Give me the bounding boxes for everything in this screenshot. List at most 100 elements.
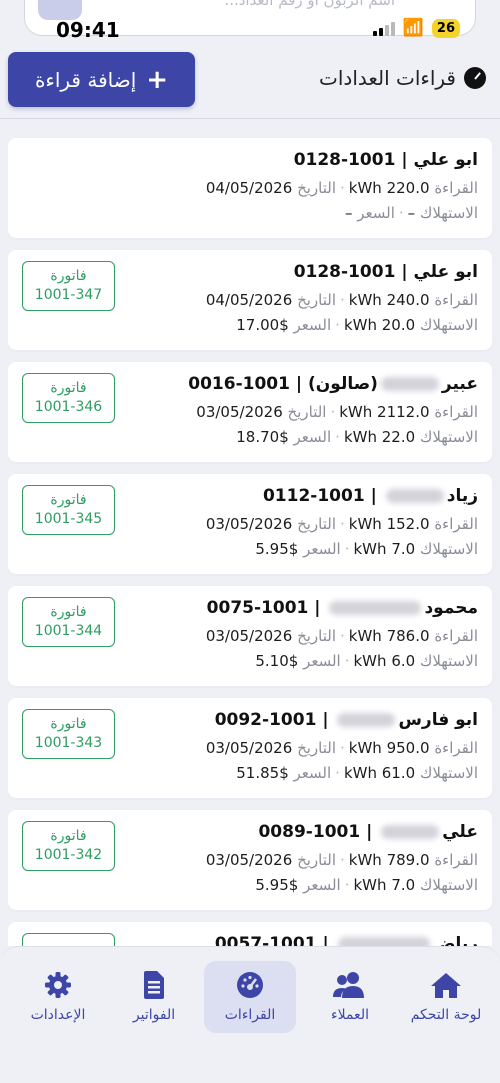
- consumption-label: الاستهلاك: [419, 764, 478, 782]
- date-label: التاريخ: [297, 291, 336, 309]
- separator: |: [364, 486, 383, 506]
- consumption-label: الاستهلاك: [419, 652, 478, 670]
- users-icon: [332, 971, 368, 999]
- consumption-label: الاستهلاك: [419, 316, 478, 334]
- invoice-button[interactable]: فاتورة 1001-344: [22, 597, 115, 647]
- consumption-value: 7.0 kWh: [353, 876, 416, 894]
- customer-name-text: علي: [442, 822, 478, 842]
- price-label: السعر: [293, 428, 332, 446]
- reading-card[interactable]: عبير (صالون) | 1001-0016 القراءة kWh 2112.…: [8, 362, 492, 462]
- nav-label-invoices: الفواتير: [132, 1007, 176, 1023]
- reading-card[interactable]: ابو علي | 1001-0128 القراءة kWh 220.0·الت…: [8, 138, 492, 238]
- plus-icon: +: [146, 64, 169, 95]
- invoice-button[interactable]: فاتورة 1001-342: [22, 821, 115, 871]
- dot-separator: ·: [335, 316, 340, 334]
- reading-card[interactable]: رياض | 1001-0057 فاتورة: [8, 922, 492, 946]
- reading-label: القراءة: [434, 515, 478, 533]
- reading-card[interactable]: ابو علي | 1001-0128 القراءة kWh 240.0·الت…: [8, 250, 492, 350]
- date-value: 03/05/2026: [196, 403, 283, 421]
- gear-icon: [44, 971, 72, 999]
- consumption-line: الاستهلاك 22.0 kWh·السعر $18.70: [22, 428, 478, 448]
- page-title: قراءات العدادات: [319, 66, 486, 90]
- nav-item-customers[interactable]: العملاء: [304, 961, 396, 1033]
- consumption-value: 61.0 kWh: [343, 764, 416, 782]
- invoice-icon: [142, 971, 166, 999]
- date-value: 04/05/2026: [205, 291, 293, 309]
- nav-label-readings: القراءات: [224, 1007, 276, 1023]
- meter-number: 1001-0092: [214, 710, 317, 730]
- consumption-value: 6.0 kWh: [353, 652, 416, 670]
- consumption-line: الاستهلاك 6.0 kWh·السعر $5.10: [22, 652, 478, 672]
- reading-card[interactable]: زياد | 1001-0112 القراءة kWh 152.0·التاري…: [8, 474, 492, 574]
- separator: |: [395, 262, 414, 282]
- reading-line: القراءة kWh 220.0·التاريخ 04/05/2026: [22, 179, 478, 199]
- meter-number: 1001-0057: [214, 934, 317, 946]
- nav-item-invoices[interactable]: الفواتير: [108, 961, 200, 1033]
- redacted-name: [385, 489, 444, 503]
- header-divider: [0, 118, 500, 119]
- consumption-value: 20.0 kWh: [343, 316, 416, 334]
- reading-card[interactable]: ابو فارس | 1001-0092 القراءة kWh 950.0·ال…: [8, 698, 492, 798]
- price-label: السعر: [303, 652, 341, 670]
- meter-number: 1001-0128: [293, 262, 396, 282]
- separator: |: [316, 710, 335, 730]
- date-value: 03/05/2026: [205, 515, 293, 533]
- search-button[interactable]: [38, 0, 82, 20]
- invoice-button[interactable]: فاتورة: [22, 933, 115, 946]
- invoice-label: فاتورة: [50, 492, 87, 508]
- reading-label: القراءة: [434, 179, 478, 197]
- meter-number: 1001-0075: [206, 598, 309, 618]
- price-value: $5.10: [255, 652, 299, 670]
- consumption-line: الاستهلاك 20.0 kWh·السعر $17.00: [22, 316, 478, 336]
- price-value: –: [344, 204, 353, 222]
- nav-item-readings[interactable]: القراءات: [204, 961, 296, 1033]
- customer-name: ابو علي | 1001-0128: [22, 150, 478, 174]
- invoice-number: 1001-347: [34, 287, 103, 303]
- price-label: السعر: [357, 204, 395, 222]
- bottom-navigation: لوحة التحكم العملاء القراءات الفواتير ال…: [0, 946, 500, 1083]
- consumption-value: 7.0 kWh: [353, 540, 416, 558]
- invoice-button[interactable]: فاتورة 1001-346: [22, 373, 115, 423]
- date-label: التاريخ: [297, 739, 336, 757]
- dot-separator: ·: [344, 540, 350, 558]
- date-label: التاريخ: [287, 403, 327, 421]
- invoice-button[interactable]: فاتورة 1001-347: [22, 261, 115, 311]
- consumption-label: الاستهلاك: [419, 540, 478, 558]
- date-label: التاريخ: [297, 627, 336, 645]
- add-reading-button[interactable]: + إضافة قراءة: [8, 52, 195, 107]
- separator: |: [308, 598, 327, 618]
- reading-value: kWh 950.0: [348, 739, 430, 757]
- consumption-line: الاستهلاك –·السعر –: [22, 204, 478, 224]
- meter-number: 1001-0128: [293, 150, 396, 170]
- reading-label: القراءة: [434, 291, 478, 309]
- price-value: $18.70: [236, 428, 289, 446]
- reading-card[interactable]: محمود | 1001-0075 القراءة kWh 786.0·التار…: [8, 586, 492, 686]
- customer-name-text: رياض: [432, 934, 478, 946]
- invoice-label: فاتورة: [50, 828, 87, 844]
- customer-name-text: عبير: [441, 374, 478, 394]
- consumption-label: الاستهلاك: [419, 876, 478, 894]
- customer-name-text: ابو علي: [413, 262, 478, 282]
- invoice-button[interactable]: فاتورة 1001-343: [22, 709, 115, 759]
- reading-value: kWh 152.0: [348, 515, 430, 533]
- price-label: السعر: [303, 876, 341, 894]
- meter-number: 1001-0112: [262, 486, 365, 506]
- add-reading-label: إضافة قراءة: [34, 67, 137, 92]
- battery-icon: 26: [431, 19, 460, 38]
- nav-item-dashboard[interactable]: لوحة التحكم: [400, 961, 492, 1033]
- date-value: 03/05/2026: [205, 851, 293, 869]
- separator: |: [360, 822, 379, 842]
- nav-item-settings[interactable]: الإعدادات: [12, 961, 104, 1033]
- invoice-button[interactable]: فاتورة 1001-345: [22, 485, 115, 535]
- reading-card[interactable]: علي | 1001-0089 القراءة kWh 789.0·التاريخ…: [8, 810, 492, 910]
- invoice-label: فاتورة: [50, 716, 87, 732]
- wifi-icon: 📶: [402, 18, 424, 38]
- consumption-line: الاستهلاك 61.0 kWh·السعر $51.85: [22, 764, 478, 784]
- consumption-line: الاستهلاك 7.0 kWh·السعر $5.95: [22, 540, 478, 560]
- reading-value: kWh 2112.0: [339, 403, 430, 421]
- meter-number: 1001-0016: [188, 374, 290, 394]
- price-label: السعر: [303, 540, 341, 558]
- redacted-name: [381, 825, 440, 839]
- invoice-number: 1001-345: [34, 511, 103, 527]
- readings-list[interactable]: ابو علي | 1001-0128 القراءة kWh 220.0·الت…: [8, 138, 492, 946]
